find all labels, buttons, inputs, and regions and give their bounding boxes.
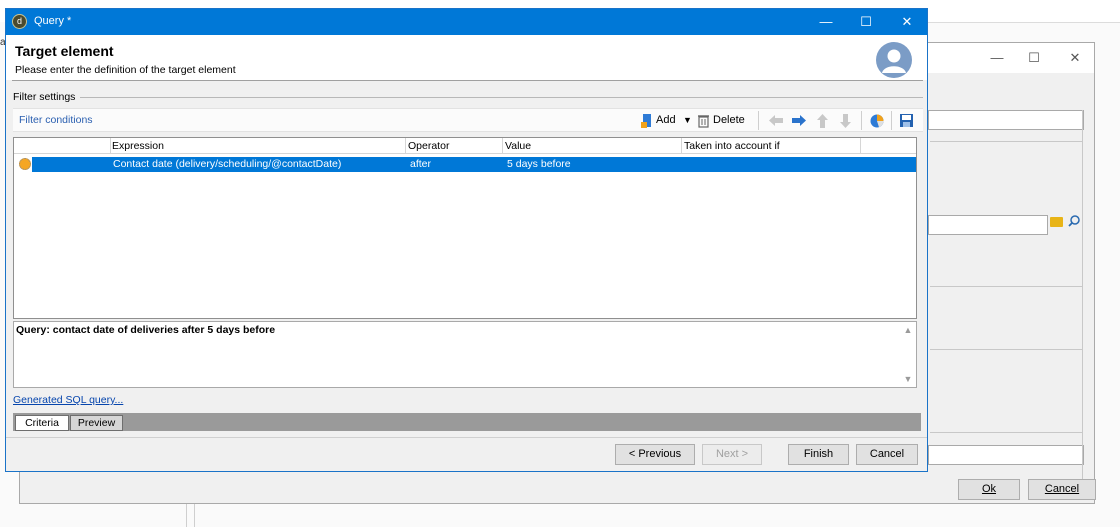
window-title: Query * <box>34 15 72 27</box>
filter-conditions-link[interactable]: Filter conditions <box>19 114 93 126</box>
app-icon: d <box>12 14 27 29</box>
column-divider <box>860 138 861 154</box>
close-button[interactable]: ✕ <box>894 12 920 32</box>
divider <box>6 437 927 438</box>
tab-preview[interactable]: Preview <box>70 415 123 431</box>
conditions-table: Expression Operator Value Taken into acc… <box>13 137 917 319</box>
cancel-button[interactable]: Cancel <box>1028 479 1096 500</box>
minimize-button[interactable]: — <box>986 48 1008 68</box>
cell-expression: Contact date (delivery/scheduling/@conta… <box>113 158 342 170</box>
scroll-down-icon[interactable]: ▼ <box>901 374 915 386</box>
save-icon[interactable] <box>899 113 914 128</box>
divider <box>930 432 1082 433</box>
divider <box>930 141 1082 142</box>
header: Target element Please enter the definiti… <box>6 35 927 80</box>
divider <box>80 97 923 98</box>
page-subtitle: Please enter the definition of the targe… <box>15 64 236 76</box>
finish-button[interactable]: Finish <box>788 444 849 465</box>
cancel-button[interactable]: Cancel <box>856 444 918 465</box>
arrow-right-icon[interactable] <box>791 114 807 127</box>
toolbar-separator <box>861 111 862 130</box>
scroll-up-icon[interactable]: ▲ <box>901 325 915 337</box>
divider <box>12 80 923 81</box>
filter-settings-label: Filter settings <box>13 91 76 103</box>
column-header-expression[interactable]: Expression <box>112 140 164 152</box>
column-divider <box>681 138 682 154</box>
page-title: Target element <box>15 43 114 59</box>
divider <box>930 349 1082 350</box>
background-field[interactable] <box>928 110 1084 130</box>
divider <box>1082 110 1083 480</box>
column-divider <box>405 138 406 154</box>
delete-icon <box>698 115 709 128</box>
background-field[interactable] <box>928 215 1048 235</box>
maximize-button[interactable]: ☐ <box>853 12 879 32</box>
add-condition-icon <box>641 114 651 128</box>
distribution-chart-icon[interactable] <box>869 113 885 129</box>
close-button[interactable]: ✕ <box>1064 48 1086 68</box>
column-header-operator[interactable]: Operator <box>408 140 449 152</box>
add-button[interactable]: Add <box>656 112 676 129</box>
maximize-button[interactable]: ☐ <box>1023 48 1045 68</box>
cell-value: 5 days before <box>507 158 571 170</box>
column-header-taken-into-account[interactable]: Taken into account if <box>684 140 780 152</box>
ok-button[interactable]: Ok <box>958 479 1020 500</box>
folder-icon[interactable] <box>1050 217 1063 227</box>
delete-button[interactable]: Delete <box>713 112 745 129</box>
cell-operator: after <box>410 158 432 170</box>
query-description-text: Query: contact date of deliveries after … <box>16 324 276 336</box>
search-icon[interactable] <box>1067 214 1081 228</box>
user-avatar-icon <box>876 42 912 78</box>
table-header: Expression Operator Value Taken into acc… <box>14 138 916 154</box>
column-divider <box>110 138 111 154</box>
query-description-box[interactable]: Query: contact date of deliveries after … <box>13 321 917 388</box>
arrow-up-icon[interactable] <box>816 113 829 129</box>
table-row[interactable]: Contact date (delivery/scheduling/@conta… <box>32 157 916 172</box>
arrow-down-icon[interactable] <box>839 113 852 129</box>
query-dialog: d Query * — ☐ ✕ Target element Please en… <box>5 8 928 472</box>
next-button[interactable]: Next > <box>702 444 762 465</box>
titlebar: d Query * — ☐ ✕ <box>6 9 927 35</box>
previous-button[interactable]: < Previous <box>615 444 695 465</box>
generated-sql-link[interactable]: Generated SQL query... <box>13 394 123 406</box>
toolbar-separator <box>891 111 892 130</box>
condition-bullet-icon <box>19 158 31 170</box>
background-divider <box>926 22 1120 23</box>
divider <box>930 286 1082 287</box>
toolbar-separator <box>758 111 759 130</box>
arrow-left-icon[interactable] <box>768 114 784 127</box>
background-field[interactable] <box>928 445 1084 465</box>
filter-toolbar: Filter conditions Add ▼ Delete <box>13 108 923 132</box>
tab-criteria[interactable]: Criteria <box>15 415 69 431</box>
column-header-value[interactable]: Value <box>505 140 531 152</box>
tab-bar: Criteria Preview <box>13 413 921 431</box>
chevron-down-icon[interactable]: ▼ <box>683 112 692 129</box>
column-divider <box>502 138 503 154</box>
minimize-button[interactable]: — <box>813 12 839 32</box>
